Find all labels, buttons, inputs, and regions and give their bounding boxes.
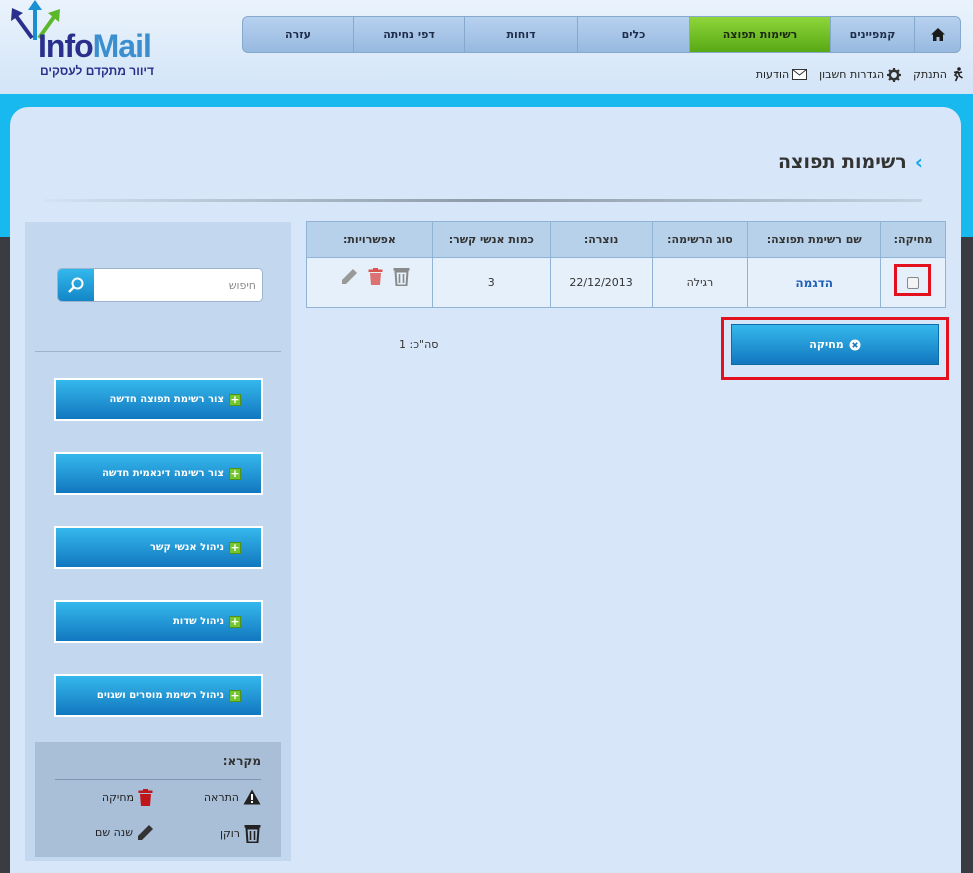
logo-info: Info	[38, 28, 94, 64]
nav-home[interactable]	[914, 16, 961, 53]
search-box	[57, 268, 263, 302]
delete-button-highlight	[721, 317, 949, 380]
list-name-link[interactable]: הדגמה	[747, 257, 882, 308]
logo-wordmark: InfoMail	[38, 28, 152, 65]
legend-rename: שנה שם	[95, 824, 154, 841]
list-contact-count: 3	[431, 257, 551, 308]
user-bar: הודעות הגדרות חשבון התנתק	[756, 67, 964, 82]
manage-contacts-label: ניהול אנשי קשר	[149, 542, 224, 553]
home-icon	[930, 28, 945, 41]
table-row: הדגמה רגילה 22/12/2013 3	[306, 257, 946, 308]
legend-empty-label: רוקן	[219, 827, 240, 840]
title-divider	[44, 199, 922, 202]
create-dynamic-list-label: צור רשימה דינאמית חדשה	[102, 468, 224, 479]
search-button[interactable]	[58, 269, 94, 301]
col-contact-count: כמות אנשי קשר:	[431, 221, 551, 258]
list-created-date: 22/12/2013	[549, 257, 653, 308]
warning-icon	[243, 789, 261, 805]
plus-icon: +	[229, 688, 241, 702]
legend-title: מקרא:	[222, 754, 261, 768]
chevron-left-icon: ›	[914, 150, 923, 174]
col-delete: מחיקה:	[880, 221, 946, 258]
gear-icon	[887, 67, 902, 82]
manage-contacts-button[interactable]: ניהול אנשי קשר +	[54, 526, 263, 569]
trash-red-icon	[138, 789, 153, 806]
legend-empty: רוקן	[220, 824, 261, 843]
col-list-name: שם רשימת תפוצה:	[747, 221, 882, 258]
nav-tab-mailing-lists[interactable]: רשימות תפוצה	[689, 16, 830, 53]
legend-box: מקרא: התראה מחיקה רוקן שנה שם	[35, 742, 281, 857]
nav-tab-landing-pages[interactable]: דפי נחיתה	[353, 16, 464, 53]
nav-tab-reports[interactable]: דוחות	[464, 16, 577, 53]
logo-mail: Mail	[92, 28, 152, 64]
legend-warning: התראה	[204, 789, 261, 805]
logout-label: התנתק	[913, 68, 947, 81]
create-mailing-list-label: צור רשימת תפוצה חדשה	[109, 394, 224, 405]
running-man-icon	[953, 67, 963, 82]
pencil-icon	[138, 825, 153, 840]
legend-warning-label: התראה	[203, 790, 239, 804]
account-settings-link[interactable]: הגדרות חשבון	[819, 67, 902, 82]
infomail-logo[interactable]: InfoMail דיוור מתקדם לעסקים	[8, 0, 158, 82]
logout-link[interactable]: התנתק	[913, 67, 964, 82]
envelope-icon	[792, 69, 808, 80]
pencil-icon[interactable]	[341, 268, 358, 285]
col-list-type: סוג הרשימה:	[651, 221, 749, 258]
nav-tab-help[interactable]: עזרה	[242, 16, 353, 53]
logo-tagline: דיוור מתקדם לעסקים	[40, 64, 155, 78]
manage-fields-button[interactable]: ניהול שדות +	[54, 600, 263, 643]
row-options-cell	[306, 257, 433, 308]
plus-icon: +	[229, 392, 241, 406]
page-title-text: רשימות תפוצה	[777, 151, 907, 173]
list-type: רגילה	[651, 257, 749, 308]
create-dynamic-list-button[interactable]: צור רשימה דינאמית חדשה +	[54, 452, 263, 495]
empty-bin-icon	[244, 825, 261, 843]
empty-bin-icon[interactable]	[393, 267, 410, 286]
nav-tab-tools[interactable]: כלים	[577, 16, 689, 53]
mailing-lists-table: מחיקה: שם רשימת תפוצה: סוג הרשימה: נוצרה…	[306, 221, 946, 308]
plus-icon: +	[229, 614, 241, 628]
manage-blocked-list-label: ניהול רשימת מוסרים ושגוים	[96, 690, 224, 701]
account-settings-label: הגדרות חשבון	[819, 68, 885, 81]
total-count: סה"כ: 1	[399, 338, 439, 351]
manage-fields-label: ניהול שדות	[172, 616, 224, 627]
search-icon	[68, 277, 84, 293]
sidebar-divider	[35, 351, 281, 352]
messages-label: הודעות	[755, 68, 790, 81]
legend-delete: מחיקה	[102, 789, 153, 806]
checkbox-highlight	[894, 264, 931, 296]
table-header-row: מחיקה: שם רשימת תפוצה: סוג הרשימה: נוצרה…	[306, 221, 946, 258]
header: InfoMail דיוור מתקדם לעסקים קמפיינים רשי…	[0, 0, 973, 96]
messages-link[interactable]: הודעות	[755, 67, 808, 82]
col-options: אפשרויות:	[306, 221, 433, 258]
main-nav: קמפיינים רשימות תפוצה כלים דוחות דפי נחי…	[242, 16, 961, 53]
page-title: › רשימות תפוצה	[778, 150, 923, 174]
manage-blocked-list-button[interactable]: ניהול רשימת מוסרים ושגוים +	[54, 674, 263, 717]
nav-tab-campaigns[interactable]: קמפיינים	[830, 16, 914, 53]
legend-rename-label: שנה שם	[95, 826, 133, 839]
col-created: נוצרה:	[549, 221, 653, 258]
search-input[interactable]	[96, 269, 262, 301]
plus-icon: +	[229, 540, 241, 554]
trash-icon[interactable]	[368, 268, 383, 285]
sidebar: צור רשימת תפוצה חדשה + צור רשימה דינאמית…	[25, 222, 291, 861]
legend-divider	[55, 779, 261, 780]
legend-delete-label: מחיקה	[101, 791, 134, 804]
create-mailing-list-button[interactable]: צור רשימת תפוצה חדשה +	[54, 378, 263, 421]
plus-icon: +	[229, 466, 241, 480]
